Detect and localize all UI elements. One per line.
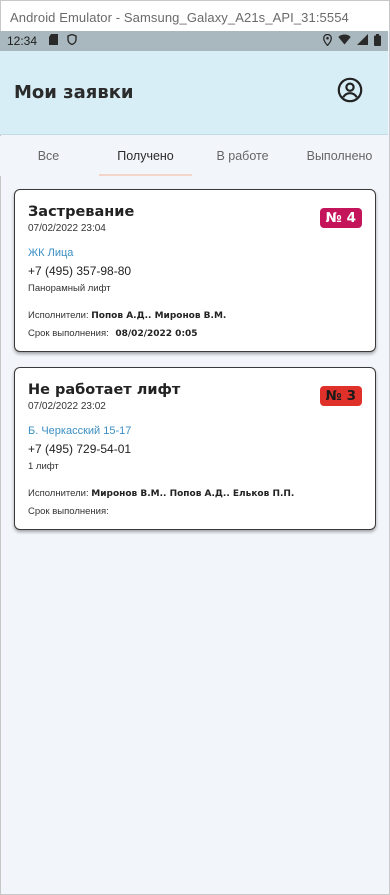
app-header: Мои заявки: [0, 51, 388, 135]
request-number-badge: № 4: [319, 208, 362, 228]
request-card[interactable]: Не работает лифт 07/02/2022 23:02 № 3 Б.…: [14, 367, 376, 530]
tab-in-progress[interactable]: В работе: [194, 136, 291, 176]
deadline-value: 08/02/2022 0:05: [115, 329, 198, 339]
request-date: 07/02/2022 23:02: [28, 401, 106, 412]
deadline-label: Срок выполнения:: [28, 328, 109, 339]
request-title: Не работает лифт: [28, 382, 181, 398]
tab-completed[interactable]: Выполнено: [291, 136, 388, 176]
battery-icon: [374, 33, 381, 49]
status-bar: 12:34: [0, 31, 388, 51]
window-title: Android Emulator - Samsung_Galaxy_A21s_A…: [1, 1, 389, 32]
request-executors: Исполнители: Миронов В.М.. Попов А.Д.. Е…: [28, 488, 362, 499]
wifi-icon: [338, 34, 351, 48]
request-title: Застревание: [28, 204, 135, 220]
shield-icon: [67, 33, 77, 48]
request-phone[interactable]: +7 (495) 357-98-80: [28, 264, 362, 278]
requests-list: Застревание 07/02/2022 23:04 № 4 ЖК Лица…: [14, 189, 376, 545]
tab-received[interactable]: Получено: [97, 136, 194, 176]
profile-button[interactable]: [336, 77, 364, 108]
request-executors: Исполнители: Попов А.Д.. Миронов В.М.: [28, 310, 362, 321]
sd-card-icon: [49, 34, 59, 48]
status-tabs: Все Получено В работе Выполнено: [0, 136, 388, 176]
request-deadline: Срок выполнения: 08/02/2022 0:05: [28, 328, 362, 339]
tab-all[interactable]: Все: [0, 136, 97, 176]
status-time: 12:34: [7, 34, 38, 48]
request-address-link[interactable]: Б. Черкасский 15-17: [28, 425, 362, 437]
executors-value: Попов А.Д.. Миронов В.М.: [91, 311, 227, 321]
request-deadline: Срок выполнения:: [28, 506, 362, 517]
request-date: 07/02/2022 23:04: [28, 223, 106, 234]
signal-icon: [357, 34, 368, 48]
request-lift: Панорамный лифт: [28, 283, 111, 294]
request-lift: 1 лифт: [28, 461, 59, 472]
account-circle-icon: [337, 77, 363, 108]
request-address-link[interactable]: ЖК Лица: [28, 247, 362, 259]
request-number-badge: № 3: [319, 386, 362, 406]
executors-label: Исполнители:: [28, 488, 89, 499]
request-phone[interactable]: +7 (495) 729-54-01: [28, 442, 362, 456]
page-title: Мои заявки: [14, 82, 134, 103]
location-icon: [323, 33, 332, 49]
request-card[interactable]: Застревание 07/02/2022 23:04 № 4 ЖК Лица…: [14, 189, 376, 352]
executors-value: Миронов В.М.. Попов А.Д.. Ельков П.П.: [91, 489, 295, 499]
deadline-label: Срок выполнения:: [28, 506, 109, 517]
executors-label: Исполнители:: [28, 310, 89, 321]
